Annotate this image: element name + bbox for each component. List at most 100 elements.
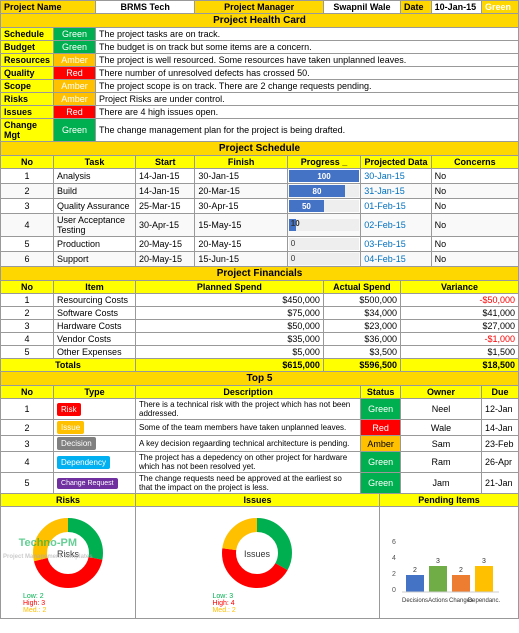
fin-row-2: 2 Software Costs $75,000 $34,000 $41,000: [1, 307, 519, 320]
top5-desc-3: A key decision regaarding technical arch…: [136, 436, 361, 452]
health-risks-status: Amber: [54, 93, 96, 106]
bar-dependency: [475, 566, 493, 592]
fin-planned-5: $5,000: [136, 346, 324, 359]
task-start-1: 14-Jan-15: [136, 169, 195, 184]
project-name-label: Project Name: [1, 1, 96, 14]
issue-badge-2: Issue: [57, 421, 84, 434]
top5-no-1: 1: [1, 399, 54, 420]
fin-totals-actual: $596,500: [323, 359, 400, 372]
fin-item-1: Resourcing Costs: [54, 294, 136, 307]
top5-row-1: 1 Risk There is a technical risk with th…: [1, 399, 519, 420]
health-budget-row: Budget Green The budget is on track but …: [1, 41, 519, 54]
fin-variance-2: $41,000: [400, 307, 518, 320]
top5-due-3: 23-Feb: [482, 436, 519, 452]
schedule-header: Project Schedule: [1, 142, 519, 156]
issues-legend-med: Med.: 2: [212, 607, 235, 614]
task-no-5: 5: [1, 237, 54, 252]
sched-col-task: Task: [54, 156, 136, 169]
top5-status-2: Red: [361, 420, 401, 436]
health-scope-label: Scope: [1, 80, 54, 93]
project-status: Green: [482, 1, 519, 14]
fin-item-3: Hardware Costs: [54, 320, 136, 333]
fin-planned-2: $75,000: [136, 307, 324, 320]
task-name-1: Analysis: [54, 169, 136, 184]
decision-badge-3: Decision: [57, 437, 96, 450]
issues-center-label: Issues: [244, 549, 271, 559]
task-no-6: 6: [1, 252, 54, 267]
health-changemgt-desc: The change management plan for the proje…: [96, 119, 519, 142]
fin-variance-3: $27,000: [400, 320, 518, 333]
fin-totals-row: Totals $615,000 $596,500 $18,500: [1, 359, 519, 372]
top5-row-5: 5 Change Request The change requests nee…: [1, 473, 519, 494]
top5-desc-4: The project has a depedency on other pro…: [136, 452, 361, 473]
top5-no-5: 5: [1, 473, 54, 494]
health-risks-label: Risks: [1, 93, 54, 106]
fin-planned-1: $450,000: [136, 294, 324, 307]
health-quality-status: Red: [54, 67, 96, 80]
fin-no-2: 2: [1, 307, 54, 320]
top5-status-4: Green: [361, 452, 401, 473]
health-quality-row: Quality Red There number of unresolved d…: [1, 67, 519, 80]
health-schedule-row: Schedule Green The project tasks are on …: [1, 28, 519, 41]
top5-col-type: Type: [54, 386, 136, 399]
health-scope-row: Scope Amber The project scope is on trac…: [1, 80, 519, 93]
task-progress-4: 10: [287, 214, 361, 237]
top5-due-2: 14-Jan: [482, 420, 519, 436]
fin-no-4: 4: [1, 333, 54, 346]
task-no-2: 2: [1, 184, 54, 199]
task-concerns-3: No: [431, 199, 518, 214]
issues-legend: Low: 3 High: 4 Med.: 2: [212, 593, 302, 614]
fin-col-planned: Planned Spend: [136, 281, 324, 294]
task-projected-4: 02-Feb-15: [361, 214, 431, 237]
fin-actual-2: $34,000: [323, 307, 400, 320]
fin-row-3: 3 Hardware Costs $50,000 $23,000 $27,000: [1, 320, 519, 333]
top5-col-headers: No Type Description Status Owner Due: [1, 386, 519, 399]
task-no-4: 4: [1, 214, 54, 237]
health-quality-label: Quality: [1, 67, 54, 80]
schedule-col-headers: No Task Start Finish Progress _ Projecte…: [1, 156, 519, 169]
bar-y-2: 2: [392, 571, 396, 578]
top5-row-2: 2 Issue Some of the team members have ta…: [1, 420, 519, 436]
financials-header: Project Financials: [1, 267, 519, 281]
health-issues-desc: There are 4 high issues open.: [96, 106, 519, 119]
top5-status-5: Green: [361, 473, 401, 494]
bar-val-dependency: 3: [482, 558, 486, 565]
health-resources-label: Resources: [1, 54, 54, 67]
task-progress-3: 50: [287, 199, 361, 214]
health-budget-desc: The budget is on track but some items ar…: [96, 41, 519, 54]
fin-actual-3: $23,000: [323, 320, 400, 333]
sched-col-finish: Finish: [195, 156, 287, 169]
project-manager-value: Swapnil Wale: [323, 1, 400, 14]
task-finish-1: 30-Jan-15: [195, 169, 287, 184]
sched-col-concerns: Concerns: [431, 156, 518, 169]
top5-status-3: Amber: [361, 436, 401, 452]
fin-col-item: Item: [54, 281, 136, 294]
fin-row-4: 4 Vendor Costs $35,000 $36,000 -$1,000: [1, 333, 519, 346]
task-projected-3: 01-Feb-15: [361, 199, 431, 214]
top5-row-4: 4 Dependency The project has a depedency…: [1, 452, 519, 473]
risks-legend-high: High: 3: [23, 600, 45, 607]
pending-chart-cell: 6 4 2 0 2 3 2 3 Decisions Actions: [379, 507, 518, 619]
health-resources-row: Resources Amber The project is well reso…: [1, 54, 519, 67]
top5-type-2: Issue: [54, 420, 136, 436]
fin-no-3: 3: [1, 320, 54, 333]
task-finish-5: 20-May-15: [195, 237, 287, 252]
fin-actual-1: $500,000: [323, 294, 400, 307]
task-progress-2: 80: [287, 184, 361, 199]
task-projected-1: 30-Jan-15: [361, 169, 431, 184]
health-changemgt-status: Green: [54, 119, 96, 142]
sched-col-start: Start: [136, 156, 195, 169]
task-finish-3: 30-Apr-15: [195, 199, 287, 214]
bar-chart-svg: 6 4 2 0 2 3 2 3 Decisions Actions: [384, 532, 514, 612]
fin-no-5: 5: [1, 346, 54, 359]
fin-variance-5: $1,500: [400, 346, 518, 359]
fin-actual-5: $3,500: [323, 346, 400, 359]
issues-legend-low: Low: 3: [212, 593, 233, 600]
bar-decisions: [406, 575, 424, 592]
task-concerns-6: No: [431, 252, 518, 267]
top5-col-status: Status: [361, 386, 401, 399]
top5-owner-1: Neel: [400, 399, 481, 420]
top5-header: Top 5: [1, 372, 519, 386]
project-table: Project Name BRMS Tech Project Manager S…: [0, 0, 519, 619]
top5-desc-1: There is a technical risk with the proje…: [136, 399, 361, 420]
